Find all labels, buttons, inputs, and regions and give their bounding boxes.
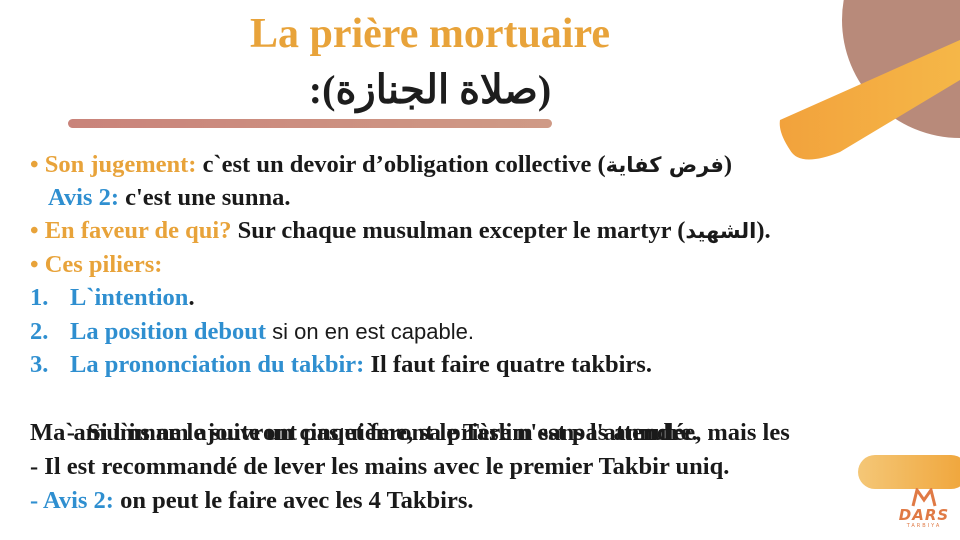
label-takbir: La prononciation du takbir: bbox=[70, 351, 365, 378]
list-item-position: 2. La position debout si on en est capabl… bbox=[30, 315, 474, 349]
text-close: ). bbox=[756, 217, 771, 244]
logo-subtext: TARBIYA bbox=[906, 523, 942, 529]
line-jugement: • Son jugement: c`est un devoir d’obliga… bbox=[30, 148, 732, 182]
title-underline bbox=[68, 119, 552, 128]
text-takbir: Il faut faire quatre takbirs. bbox=[364, 351, 652, 378]
arabic-shahid: الشهيد bbox=[685, 219, 757, 243]
dash: - bbox=[30, 487, 39, 514]
line-imam: - Si l`imam ajoute un cinquième, sa priè… bbox=[30, 382, 790, 446]
label-position: La position debout bbox=[70, 318, 267, 345]
bullet: • bbox=[30, 251, 39, 278]
line-recommande: - Il est recommandé de lever les mains a… bbox=[30, 450, 729, 484]
label-faveur: En faveur de qui? bbox=[44, 217, 232, 244]
label-avis: Avis 2: bbox=[48, 184, 119, 211]
text-avis: c'est une sunna. bbox=[119, 184, 291, 211]
line-mamoum: Ma`amums ne le suivront pas et feront le… bbox=[30, 416, 698, 450]
label-jugement: Son jugement: bbox=[44, 151, 197, 178]
line-faveur: • En faveur de qui? Sur chaque musulman … bbox=[30, 214, 771, 248]
line-avis-2: - Avis 2: on peut le faire avec les 4 Ta… bbox=[30, 484, 474, 518]
text-jugement: c`est un devoir d’obligation collective … bbox=[196, 151, 606, 178]
orange-pill-shape bbox=[858, 455, 960, 489]
brand-logo: DARS TARBIYA bbox=[893, 488, 955, 536]
label-avis: Avis 2: bbox=[38, 487, 114, 514]
text-faveur: Sur chaque musulman excepter le martyr ( bbox=[231, 217, 686, 244]
logo-emblem-icon bbox=[911, 488, 937, 507]
text-mamoum: Ma`amums ne le suivront pas et feront le… bbox=[30, 419, 698, 446]
logo-word: DARS bbox=[898, 506, 950, 524]
list-number: 1. bbox=[30, 284, 49, 311]
list-item-takbir: 3. La prononciation du takbir: Il faut fa… bbox=[30, 348, 652, 382]
list-number: 2. bbox=[30, 318, 49, 345]
arabic-fard-kifaya: فرض كفاية bbox=[605, 153, 724, 177]
text-recommande: - Il est recommandé de lever les mains a… bbox=[30, 453, 730, 480]
text-close: ) bbox=[723, 151, 733, 178]
bullet: • bbox=[30, 217, 39, 244]
list-number: 3. bbox=[30, 351, 49, 378]
label-piliers: Ces piliers: bbox=[44, 251, 163, 278]
page-title-arabic: (صلاة الجنازة): bbox=[308, 67, 552, 112]
page-title: La prière mortuaire bbox=[249, 11, 610, 57]
text-position: si on en est capable. bbox=[266, 319, 474, 344]
bullet: • bbox=[30, 151, 39, 178]
line-piliers: • Ces piliers: bbox=[30, 248, 162, 282]
list-item-intention: 1. L`intention. bbox=[30, 281, 195, 315]
line-avis-1: Avis 2: c'est une sunna. bbox=[48, 181, 291, 215]
label-intention: L`intention bbox=[70, 284, 189, 311]
text-intention: . bbox=[188, 284, 195, 311]
text-avis-takbirs: on peut le faire avec les 4 Takbirs. bbox=[113, 487, 474, 514]
